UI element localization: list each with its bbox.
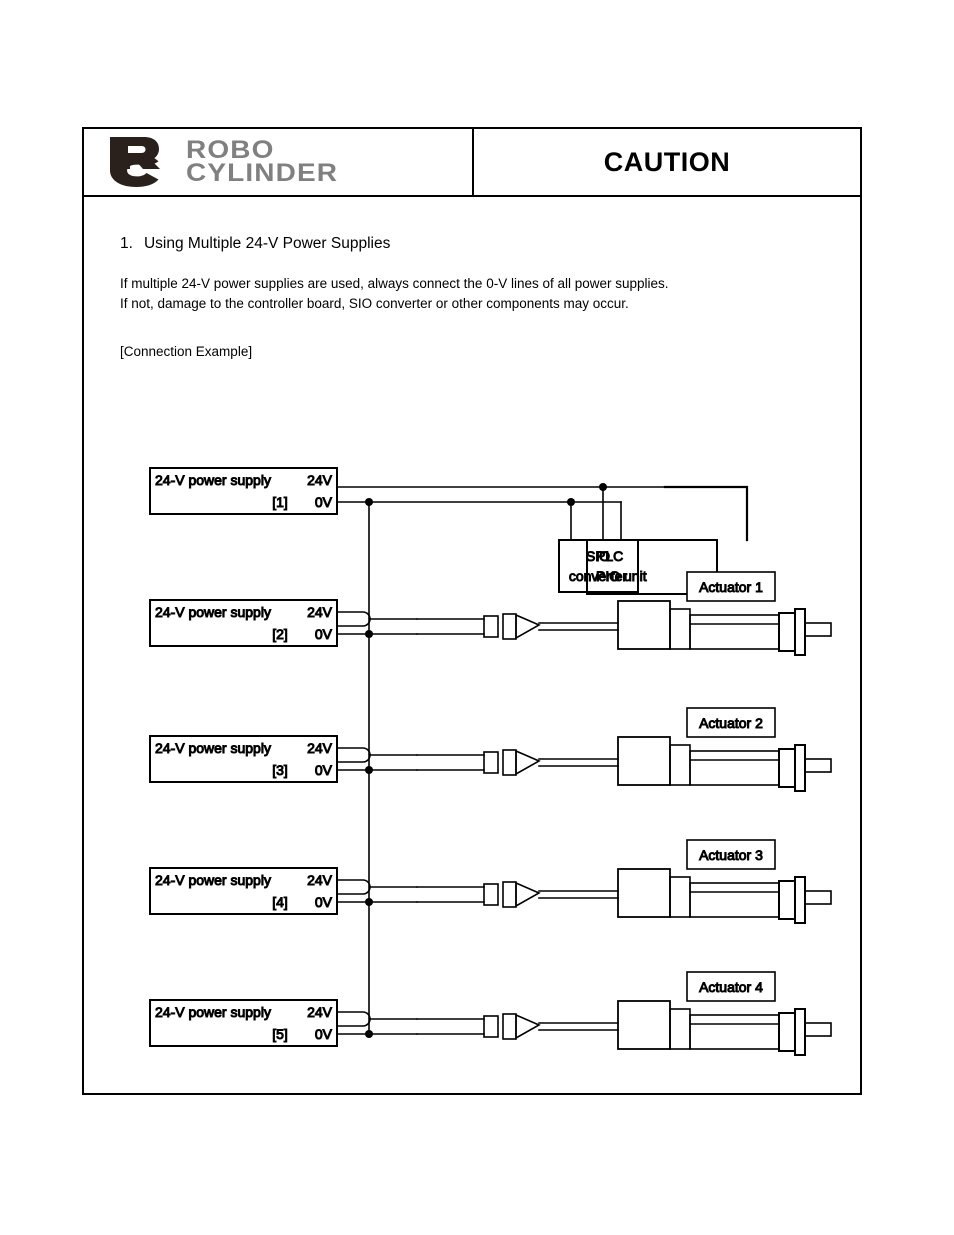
actuator-3-label: Actuator 3	[699, 847, 763, 863]
connection-diagram: 24-V power supply [1] 24V 0V SIO convert…	[84, 197, 864, 1095]
notice-body: 1. Using Multiple 24-V Power Supplies If …	[84, 197, 860, 1095]
ps2-supply-label: 24-V power supply	[155, 604, 271, 620]
caution-title-cell: CAUTION	[474, 129, 860, 195]
ps1-terminal-0v: 0V	[315, 494, 333, 510]
ps3-terminal-24v: 24V	[307, 740, 333, 756]
ps2-terminal-0v: 0V	[315, 626, 333, 642]
power-supply-block-3: 24-V power supply [3] 24V 0V	[149, 735, 338, 783]
ps5-index: [5]	[272, 1026, 288, 1042]
power-supply-block-5: 24-V power supply [5] 24V 0V	[149, 999, 338, 1047]
ps3-index: [3]	[272, 762, 288, 778]
actuator-assembly-1: Actuator 1	[416, 571, 832, 656]
ps5-supply-label: 24-V power supply	[155, 1004, 271, 1020]
junction-dot	[567, 498, 575, 506]
ps3-supply-label: 24-V power supply	[155, 740, 271, 756]
actuator-2-label: Actuator 2	[699, 715, 763, 731]
actuator-assembly-3: Actuator 3	[416, 839, 832, 924]
junction-dot	[599, 483, 607, 491]
ps1-terminal-24v: 24V	[307, 472, 333, 488]
caution-title: CAUTION	[603, 146, 731, 177]
junction-dot	[365, 630, 373, 638]
header-band: ROBO CYLINDER CAUTION	[84, 129, 860, 197]
ps4-terminal-0v: 0V	[315, 894, 333, 910]
power-supply-block-2: 24-V power supply [2] 24V 0V	[149, 599, 338, 647]
actuator-assembly-2: Actuator 2	[416, 707, 832, 792]
ps2-index: [2]	[272, 626, 288, 642]
power-supply-block-4: 24-V power supply [4] 24V 0V	[149, 867, 338, 915]
actuator-assembly-4: Actuator 4	[416, 971, 832, 1056]
brand-logo-cell: ROBO CYLINDER	[84, 129, 474, 195]
ps5-terminal-24v: 24V	[307, 1004, 333, 1020]
ps4-index: [4]	[272, 894, 288, 910]
ps4-supply-label: 24-V power supply	[155, 872, 271, 888]
ps4-terminal-24v: 24V	[307, 872, 333, 888]
junction-dot	[365, 898, 373, 906]
brand-line-cylinder: CYLINDER	[186, 159, 339, 187]
actuator-4-label: Actuator 4	[699, 979, 763, 995]
power-supply-block-1: 24-V power supply [1] 24V 0V	[149, 467, 338, 515]
plc-line-2: PIO unit	[596, 568, 647, 584]
ps1-index: [1]	[272, 494, 288, 510]
rc-monogram-icon	[102, 136, 176, 188]
ps3-terminal-0v: 0V	[315, 762, 333, 778]
ps1-supply-label: 24-V power supply	[155, 472, 271, 488]
junction-dot	[365, 1030, 373, 1038]
ps2-terminal-24v: 24V	[307, 604, 333, 620]
junction-dot	[365, 766, 373, 774]
brand-wordmark: ROBO CYLINDER	[186, 138, 337, 186]
caution-notice-frame: ROBO CYLINDER CAUTION 1. Using Multiple 2…	[82, 127, 862, 1095]
actuator-1-label: Actuator 1	[699, 579, 763, 595]
junction-dot	[365, 498, 373, 506]
ps5-terminal-0v: 0V	[315, 1026, 333, 1042]
plc-line-1: PLC	[596, 548, 623, 564]
